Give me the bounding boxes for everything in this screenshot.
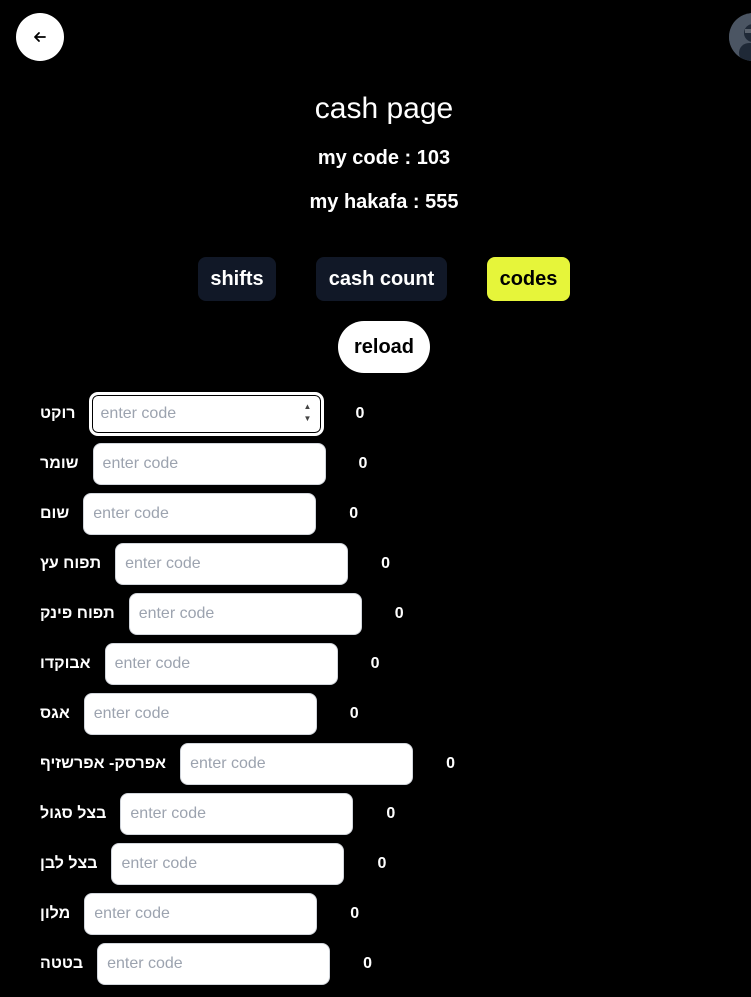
code-input[interactable] bbox=[104, 643, 338, 685]
code-value: 0 bbox=[377, 855, 387, 872]
number-spinner[interactable]: ▲ ▼ bbox=[303, 402, 313, 424]
back-button[interactable] bbox=[16, 13, 64, 61]
spinner-down-icon[interactable]: ▼ bbox=[304, 414, 312, 424]
code-input[interactable] bbox=[97, 943, 331, 985]
code-input[interactable] bbox=[115, 543, 349, 585]
product-label: שום bbox=[40, 505, 70, 522]
arrow-left-icon bbox=[34, 32, 46, 42]
product-label: תפוח עץ bbox=[40, 555, 102, 572]
page-title: cash page bbox=[314, 92, 454, 125]
my-hakafa-text: my hakafa : 555 bbox=[309, 191, 459, 213]
code-value: 0 bbox=[446, 755, 455, 772]
codes-list: רוקט▲▼0שומר0שום0תפוח עץ0תפוח פינק0אבוקדו… bbox=[40, 389, 740, 989]
product-label: אפרסק- אפרשזיף bbox=[40, 755, 167, 772]
tabs: shifts cash count codes bbox=[0, 257, 751, 301]
list-item: אגס 0 bbox=[40, 689, 740, 739]
code-input-wrap bbox=[115, 543, 349, 585]
code-value: 0 bbox=[349, 505, 359, 522]
tab-cash-count[interactable]: cash count bbox=[316, 257, 447, 301]
code-input[interactable] bbox=[83, 493, 317, 535]
cash-page: cash page my code : 103 my hakafa : 555 … bbox=[0, 0, 751, 997]
product-label: בצל סגול bbox=[40, 805, 107, 822]
code-value: 0 bbox=[381, 555, 390, 572]
product-label: רוקט bbox=[40, 405, 76, 422]
code-input-wrap bbox=[111, 843, 345, 885]
product-label: מלון bbox=[40, 905, 71, 922]
product-label: בצל לבן bbox=[40, 855, 98, 872]
code-value: 0 bbox=[394, 605, 404, 622]
code-value: 0 bbox=[349, 705, 359, 722]
code-input[interactable] bbox=[120, 793, 354, 835]
code-input[interactable] bbox=[84, 893, 318, 935]
code-value: 0 bbox=[363, 955, 372, 972]
code-input-wrap bbox=[84, 893, 318, 935]
code-value: 0 bbox=[386, 805, 396, 822]
code-input-wrap bbox=[128, 593, 362, 635]
spinner-up-icon[interactable]: ▲ bbox=[304, 402, 312, 412]
tab-shifts[interactable]: shifts bbox=[198, 257, 276, 301]
code-input-wrap bbox=[104, 643, 338, 685]
code-input-wrap bbox=[180, 743, 414, 785]
code-input[interactable] bbox=[180, 743, 414, 785]
tab-codes[interactable]: codes bbox=[487, 257, 570, 301]
user-avatar-icon bbox=[729, 13, 751, 61]
reload-button[interactable]: reload bbox=[338, 321, 430, 373]
code-input-wrap: ▲▼ bbox=[89, 393, 323, 435]
code-input-wrap bbox=[120, 793, 354, 835]
list-item: בטטה 0 bbox=[40, 939, 740, 989]
list-item: רוקט▲▼0 bbox=[40, 389, 740, 439]
list-item: שום 0 bbox=[40, 489, 740, 539]
product-label: תפוח פינק bbox=[40, 605, 115, 622]
list-item: בצל לבן 0 bbox=[40, 839, 740, 889]
product-label: שומר bbox=[40, 455, 79, 472]
list-item: תפוח עץ 0 bbox=[40, 539, 740, 589]
code-input-wrap bbox=[97, 943, 331, 985]
list-item: שומר 0 bbox=[40, 439, 740, 489]
my-code-text: my code : 103 bbox=[317, 147, 451, 169]
code-input-wrap bbox=[83, 493, 317, 535]
code-value: 0 bbox=[355, 405, 365, 422]
code-input[interactable] bbox=[89, 393, 323, 435]
list-item: מלון 0 bbox=[40, 889, 740, 939]
list-item: אפרסק- אפרשזיף 0 bbox=[40, 739, 740, 789]
code-input-wrap bbox=[92, 443, 326, 485]
product-label: אבוקדו bbox=[40, 655, 91, 672]
code-input[interactable] bbox=[83, 693, 317, 735]
product-label: בטטה bbox=[40, 955, 84, 972]
code-input[interactable] bbox=[111, 843, 345, 885]
code-input[interactable] bbox=[92, 443, 326, 485]
list-item: אבוקדו 0 bbox=[40, 639, 740, 689]
code-value: 0 bbox=[350, 905, 360, 922]
avatar[interactable] bbox=[729, 13, 751, 61]
list-item: תפוח פינק 0 bbox=[40, 589, 740, 639]
product-label: אגס bbox=[40, 705, 70, 722]
code-value: 0 bbox=[370, 655, 380, 672]
list-item: בצל סגול 0 bbox=[40, 789, 740, 839]
code-input-wrap bbox=[83, 693, 317, 735]
code-value: 0 bbox=[358, 455, 368, 472]
code-input[interactable] bbox=[128, 593, 362, 635]
